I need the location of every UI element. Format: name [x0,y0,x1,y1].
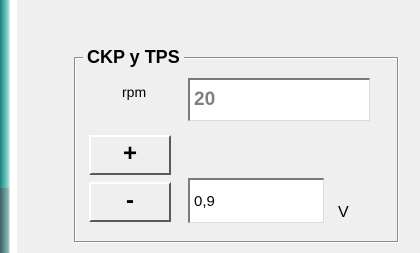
groupbox-title: CKP y TPS [83,46,184,68]
decrement-button[interactable]: - [89,182,171,222]
rpm-label: rpm [122,84,147,100]
increment-button[interactable]: + [89,135,171,175]
rpm-field[interactable] [188,78,370,121]
window: CKP y TPS rpm + - V [0,0,420,253]
voltage-field[interactable] [188,178,324,223]
window-left-border-shade [0,188,10,253]
voltage-unit-label: V [338,204,349,221]
